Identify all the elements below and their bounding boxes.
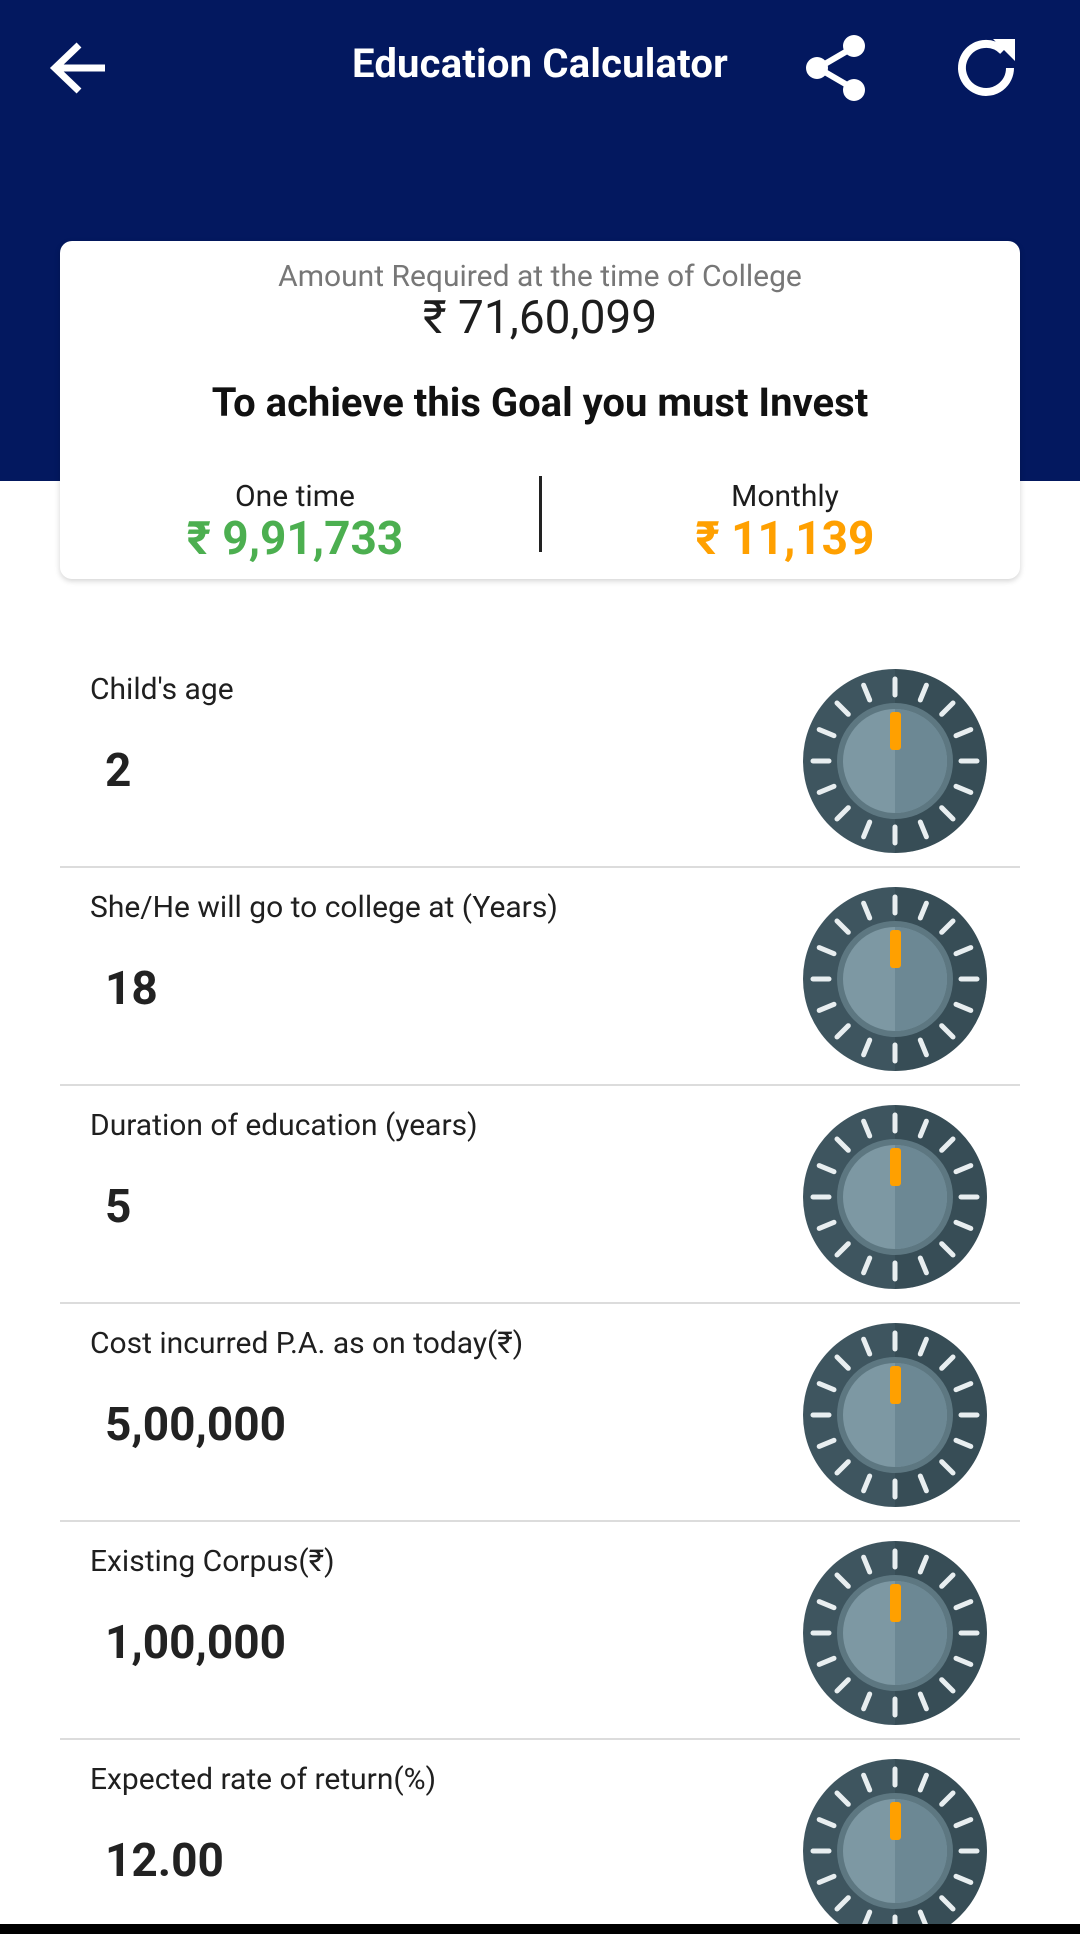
dial-knob[interactable]	[802, 1104, 988, 1290]
input-value: 5	[105, 1180, 132, 1234]
input-label: Existing Corpus(₹)	[90, 1544, 335, 1579]
top-app-bar: Education Calculator	[0, 0, 1080, 140]
input-value: 1,00,000	[105, 1616, 286, 1670]
input-value: 5,00,000	[105, 1398, 286, 1452]
input-value: 12.00	[105, 1834, 224, 1888]
page-title: Education Calculator	[352, 40, 728, 87]
monthly-value: ₹ 11,139	[695, 512, 875, 566]
input-label: Cost incurred P.A. as on today(₹)	[90, 1326, 524, 1361]
bottom-edge	[0, 1924, 1080, 1934]
dial-knob-icon	[803, 1105, 987, 1289]
one-time-value: ₹ 9,91,733	[186, 512, 404, 566]
dial-knob-icon	[803, 1541, 987, 1725]
input-row-6: Expected rate of return(%) 12.00	[60, 1740, 1020, 1934]
share-button[interactable]	[796, 28, 876, 108]
refresh-icon	[958, 39, 1015, 96]
share-icon	[806, 35, 865, 101]
dial-knob-icon	[803, 669, 987, 853]
amount-required-value: ₹ 71,60,099	[422, 291, 658, 345]
education-calculator-screen: Education Calculator Amount Required at …	[0, 0, 1080, 1934]
amount-required-label: Amount Required at the time of College	[278, 259, 802, 294]
goal-heading: To achieve this Goal you must Invest	[211, 379, 869, 426]
investment-divider	[539, 476, 542, 552]
input-label: She/He will go to college at (Years)	[90, 890, 558, 925]
monthly-label: Monthly	[731, 479, 839, 514]
dial-knob[interactable]	[802, 1322, 988, 1508]
input-list: Child's age 2 She/He will go to college …	[60, 650, 1020, 1934]
dial-knob[interactable]	[802, 1758, 988, 1934]
dial-knob[interactable]	[802, 1540, 988, 1726]
input-row-5: Existing Corpus(₹) 1,00,000	[60, 1522, 1020, 1740]
input-label: Expected rate of return(%)	[90, 1762, 437, 1797]
result-summary-card: Amount Required at the time of College ₹…	[60, 241, 1020, 579]
input-label: Child's age	[90, 672, 234, 707]
one-time-investment: One time ₹ 9,91,733	[60, 479, 530, 566]
dial-knob-icon	[803, 1759, 987, 1934]
dial-knob-icon	[803, 1323, 987, 1507]
dial-knob-icon	[803, 887, 987, 1071]
input-label: Duration of education (years)	[90, 1108, 478, 1143]
dial-knob[interactable]	[802, 668, 988, 854]
monthly-investment: Monthly ₹ 11,139	[550, 479, 1020, 566]
input-value: 2	[105, 744, 132, 798]
one-time-label: One time	[235, 479, 355, 514]
dial-knob[interactable]	[802, 886, 988, 1072]
input-row-2: She/He will go to college at (Years) 18	[60, 868, 1020, 1086]
input-value: 18	[105, 962, 158, 1016]
input-row-1: Child's age 2	[60, 650, 1020, 868]
input-row-4: Cost incurred P.A. as on today(₹) 5,00,0…	[60, 1304, 1020, 1522]
input-row-3: Duration of education (years) 5	[60, 1086, 1020, 1304]
refresh-button[interactable]	[948, 28, 1028, 108]
